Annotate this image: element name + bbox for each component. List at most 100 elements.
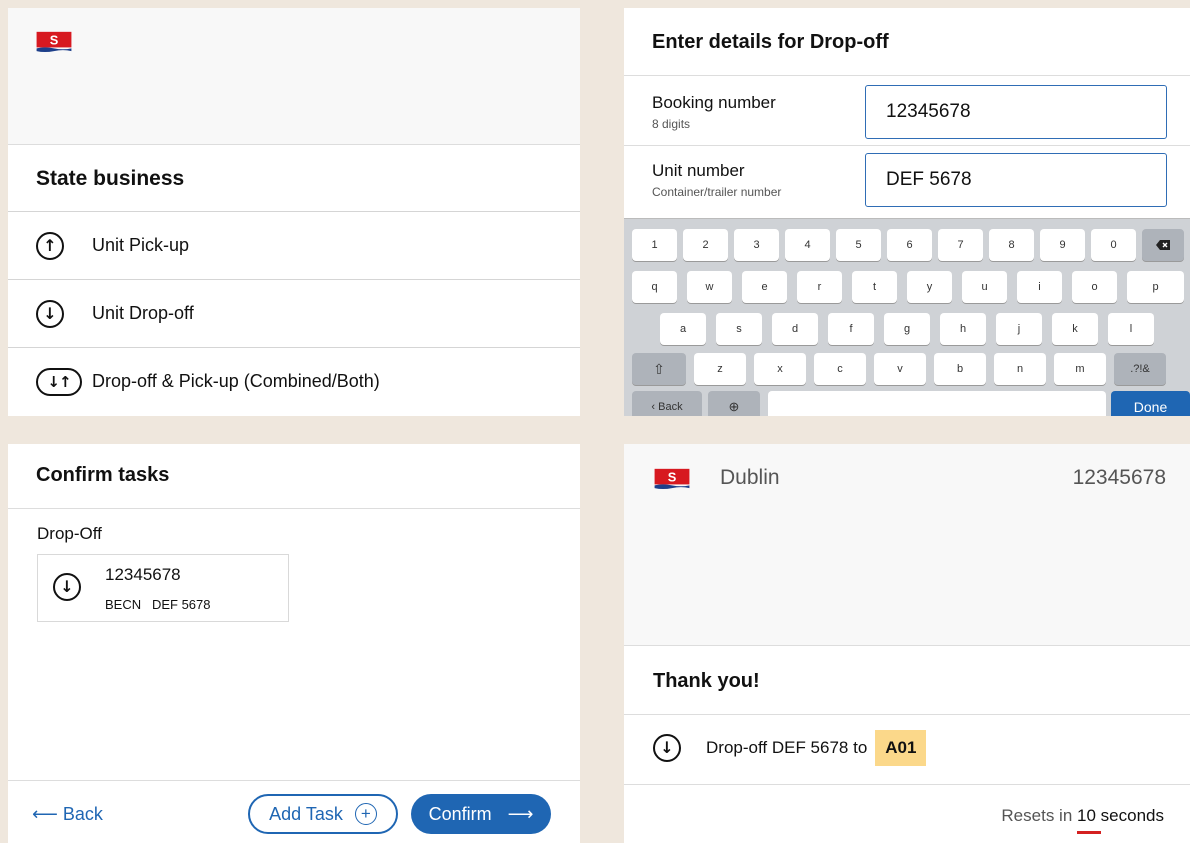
key[interactable]: 2 (683, 229, 728, 261)
key[interactable]: c (814, 353, 866, 385)
gate-badge: A01 (875, 730, 927, 766)
key[interactable]: n (994, 353, 1046, 385)
unit-row: Unit number Container/trailer number DEF… (624, 145, 1190, 218)
done-key[interactable]: Done (1111, 391, 1190, 416)
dropoff-details-panel: Enter details for Drop-off Booking numbe… (624, 8, 1190, 416)
key[interactable]: i (1017, 271, 1062, 303)
key[interactable]: a (660, 313, 706, 345)
onscreen-keyboard: 1 2 3 4 5 6 7 8 9 0 q w e r t y u i o p … (624, 218, 1190, 416)
key[interactable]: k (1052, 313, 1098, 345)
key[interactable]: v (874, 353, 926, 385)
keyboard-back-key[interactable]: ‹ Back (632, 391, 702, 416)
back-link[interactable]: ⟵ Back (32, 804, 103, 825)
key[interactable]: d (772, 313, 818, 345)
logo-letter: S (668, 470, 677, 485)
arrow-up-circle-icon: ↑ (36, 231, 64, 260)
key[interactable]: x (754, 353, 806, 385)
booking-row: Booking number 8 digits 12345678 (624, 75, 1190, 145)
task-meta: BECN DEF 5678 (105, 597, 211, 612)
shift-key[interactable]: ⇧ (632, 353, 686, 385)
key[interactable]: g (884, 313, 930, 345)
booking-number-input[interactable]: 12345678 (865, 85, 1167, 139)
page-title: Enter details for Drop-off (652, 31, 889, 53)
reset-countdown: Resets in 10 seconds (1001, 806, 1164, 826)
add-task-label: Add Task (269, 803, 343, 824)
divider (8, 780, 580, 781)
key[interactable]: 3 (734, 229, 779, 261)
logo-icon: S (654, 468, 690, 489)
task-port: BECN (105, 597, 142, 612)
shift-icon: ⇧ (653, 360, 665, 377)
unit-number-input[interactable]: DEF 5678 (865, 153, 1167, 207)
key[interactable]: z (694, 353, 746, 385)
confirm-label: Confirm (428, 803, 492, 824)
key[interactable]: t (852, 271, 897, 303)
booking-number: 12345678 (1072, 466, 1166, 489)
state-business-panel: S State business ↑ Unit Pick-up ↓ Unit D… (8, 8, 580, 416)
logo-letter: S (50, 33, 59, 48)
key[interactable]: h (940, 313, 986, 345)
divider (624, 784, 1190, 785)
key[interactable]: 4 (785, 229, 830, 261)
backspace-icon (1156, 240, 1170, 250)
key[interactable]: b (934, 353, 986, 385)
key[interactable]: m (1054, 353, 1106, 385)
key[interactable]: o (1072, 271, 1117, 303)
key[interactable]: s (716, 313, 762, 345)
thank-you-title: Thank you! (653, 670, 760, 692)
arrow-down-circle-icon: ↓ (653, 734, 681, 762)
resets-suffix: seconds (1100, 806, 1164, 825)
arrow-down-circle-icon: ↓ (36, 299, 64, 328)
task-booking-number: 12345678 (105, 565, 181, 584)
back-label: Back (62, 804, 103, 824)
option-label: Drop-off & Pick-up (Combined/Both) (92, 371, 380, 391)
key[interactable]: u (962, 271, 1007, 303)
globe-icon: ⊕ (728, 399, 740, 414)
key[interactable]: q (632, 271, 677, 303)
arrow-right-icon: ⟶ (507, 803, 534, 824)
page-title: State business (36, 167, 185, 190)
dropoff-summary-text: Drop-off DEF 5678 to (706, 738, 868, 757)
key[interactable]: 9 (1040, 229, 1085, 261)
option-label: Unit Drop-off (92, 303, 194, 323)
divider (8, 508, 580, 509)
key[interactable]: w (687, 271, 732, 303)
space-key[interactable] (768, 391, 1106, 416)
logo-icon: S (36, 31, 72, 52)
key[interactable]: j (996, 313, 1042, 345)
key[interactable]: 0 (1091, 229, 1136, 261)
section-title: Drop-Off (37, 524, 102, 543)
key[interactable]: 8 (989, 229, 1034, 261)
key[interactable]: 5 (836, 229, 881, 261)
page-title: Confirm tasks (36, 464, 170, 486)
key[interactable]: p (1127, 271, 1184, 303)
divider (624, 714, 1190, 715)
globe-key[interactable]: ⊕ (708, 391, 760, 416)
key[interactable]: 6 (887, 229, 932, 261)
key[interactable]: f (828, 313, 874, 345)
task-card[interactable]: ↓ 12345678 BECN DEF 5678 (37, 554, 289, 622)
option-unit-dropoff[interactable]: ↓ Unit Drop-off (8, 279, 580, 347)
resets-prefix: Resets in (1001, 806, 1073, 825)
key[interactable]: e (742, 271, 787, 303)
key[interactable]: 7 (938, 229, 983, 261)
key[interactable]: r (797, 271, 842, 303)
backspace-key[interactable] (1142, 229, 1184, 261)
plus-icon: + (354, 803, 377, 825)
option-combined[interactable]: ↓↑ Drop-off & Pick-up (Combined/Both) (8, 347, 580, 415)
key[interactable]: 1 (632, 229, 677, 261)
booking-label: Booking number (652, 93, 776, 112)
location-name: Dublin (720, 466, 780, 489)
arrows-down-up-pill-icon: ↓↑ (36, 367, 82, 396)
confirm-button[interactable]: Confirm ⟶ (411, 794, 551, 834)
booking-hint: 8 digits (652, 117, 691, 131)
dropoff-summary: ↓ Drop-off DEF 5678 to A01 (653, 730, 927, 766)
option-label: Unit Pick-up (92, 235, 190, 255)
resets-seconds: 10 (1077, 806, 1096, 825)
key[interactable]: l (1108, 313, 1154, 345)
arrow-down-circle-icon: ↓ (53, 573, 81, 601)
symbols-key[interactable]: .?!& (1114, 353, 1166, 385)
key[interactable]: y (907, 271, 952, 303)
option-unit-pickup[interactable]: ↑ Unit Pick-up (8, 211, 580, 279)
add-task-button[interactable]: Add Task + (248, 794, 398, 834)
